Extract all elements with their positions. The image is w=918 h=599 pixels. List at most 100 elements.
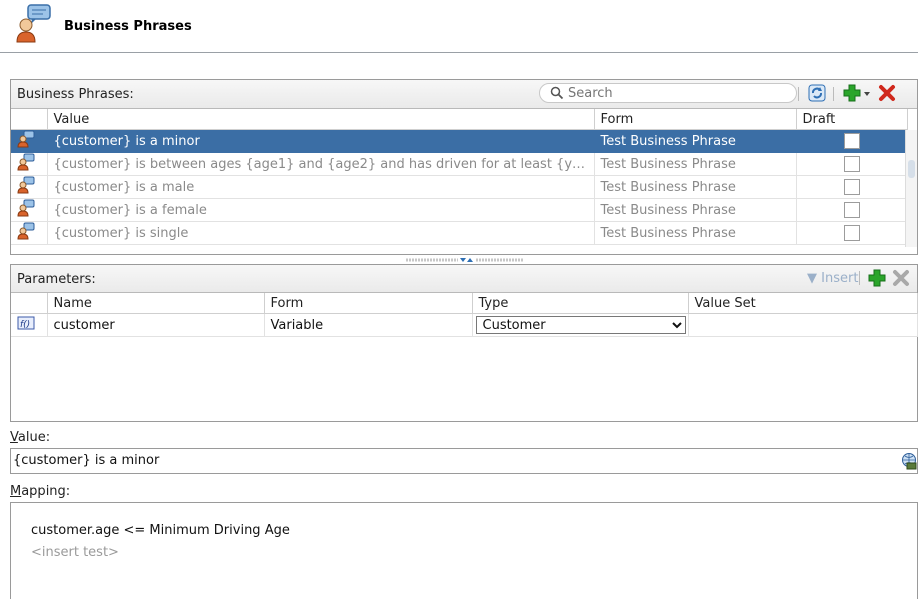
business-phrase-icon: [17, 176, 35, 194]
phrase-icon-cell: [11, 175, 48, 199]
toolbar-separator: [833, 87, 834, 101]
name-column-header[interactable]: Name: [47, 293, 265, 314]
globe-translate-icon[interactable]: [901, 452, 917, 470]
insert-button[interactable]: ▼ Insert: [807, 271, 858, 286]
parameters-toolbar: Parameters: ▼ Insert: [11, 265, 917, 293]
add-icon: [843, 84, 861, 102]
mapping-editor[interactable]: customer.age <= Minimum Driving Age <ins…: [10, 502, 918, 599]
phrase-value[interactable]: {customer} is a male: [47, 175, 595, 199]
collapse-down-icon: [460, 258, 466, 262]
insert-test-placeholder[interactable]: <insert test>: [31, 545, 119, 560]
toolbar-separator: [798, 87, 799, 101]
business-phrase-icon: [17, 222, 35, 240]
delete-icon: [893, 270, 909, 286]
page-title: Business Phrases: [64, 19, 192, 34]
phrase-value[interactable]: {customer} is single: [47, 221, 595, 245]
draft-checkbox[interactable]: [843, 133, 860, 149]
draft-checkbox[interactable]: [843, 179, 860, 195]
search-input[interactable]: [568, 85, 768, 101]
phrase-form[interactable]: Test Business Phrase: [594, 152, 797, 176]
add-parameter-button[interactable]: [867, 268, 887, 288]
table-header-row: Name Form Type Value Set: [11, 293, 918, 314]
parameters-table: Name Form Type Value Set f() customer Va…: [11, 293, 918, 337]
phrase-icon-cell: [11, 221, 48, 245]
add-icon: [868, 269, 886, 287]
phrase-value[interactable]: {customer} is between ages {age1} and {a…: [47, 152, 595, 176]
phrase-draft-cell: [796, 129, 908, 153]
parameter-value-set[interactable]: [688, 313, 918, 337]
add-options-dropdown[interactable]: [862, 83, 872, 103]
phrase-draft-cell: [796, 152, 908, 176]
table-row[interactable]: {customer} is a male Test Business Phrase: [11, 175, 908, 199]
phrase-value[interactable]: {customer} is a minor: [47, 129, 595, 153]
value-field[interactable]: [10, 448, 918, 474]
delete-parameter-button[interactable]: [891, 268, 911, 288]
add-phrase-button[interactable]: [842, 83, 862, 103]
toolbar-separator: [859, 271, 860, 285]
phrase-icon-cell: [11, 198, 48, 222]
business-phrase-icon: [17, 199, 35, 217]
phrase-form[interactable]: Test Business Phrase: [594, 129, 797, 153]
panel-splitter[interactable]: [406, 257, 524, 263]
parameters-panel: Parameters: ▼ Insert Name Form Type Valu…: [10, 264, 918, 422]
phrases-scrollbar[interactable]: [905, 130, 917, 247]
insert-label: Insert: [821, 271, 859, 286]
insert-dropdown-icon: ▼: [807, 271, 817, 286]
parameter-type-select[interactable]: Customer: [475, 316, 686, 334]
mapping-expression[interactable]: customer.age <= Minimum Driving Age: [31, 523, 290, 538]
delete-phrase-button[interactable]: [877, 83, 897, 103]
business-phrase-icon: [17, 153, 35, 171]
parameter-name[interactable]: customer: [47, 313, 265, 337]
dropdown-arrow-icon: [864, 92, 870, 96]
draft-checkbox[interactable]: [843, 156, 860, 172]
refresh-icon: [808, 84, 826, 102]
business-phrases-toolbar: Business Phrases:: [11, 80, 917, 109]
business-phrase-icon: [17, 130, 35, 148]
business-phrase-header-icon: [14, 4, 54, 44]
business-phrases-panel: Business Phrases: Search Value Form Draf…: [10, 79, 918, 255]
search-field[interactable]: [539, 83, 797, 103]
value-set-column-header[interactable]: Value Set: [688, 293, 918, 314]
draft-checkbox[interactable]: [843, 225, 860, 241]
draft-column-header[interactable]: Draft: [796, 109, 908, 130]
function-variable-icon: f(): [17, 316, 35, 330]
table-row[interactable]: {customer} is a minor Test Business Phras…: [11, 129, 908, 153]
value-input[interactable]: [13, 453, 883, 468]
draft-checkbox[interactable]: [843, 202, 860, 218]
form-column-header[interactable]: Form: [264, 293, 473, 314]
table-row[interactable]: {customer} is between ages {age1} and {a…: [11, 152, 908, 176]
phrase-form[interactable]: Test Business Phrase: [594, 198, 797, 222]
table-row[interactable]: f() customer Variable Customer: [11, 313, 918, 337]
icon-column-header: [11, 109, 48, 130]
phrase-icon-cell: [11, 129, 48, 153]
search-icon: [550, 86, 564, 100]
value-label: Value:: [10, 430, 51, 445]
header-divider: [0, 52, 918, 53]
phrase-draft-cell: [796, 175, 908, 199]
phrase-value[interactable]: {customer} is a female: [47, 198, 595, 222]
svg-text:f(): f(): [20, 320, 30, 330]
phrase-form[interactable]: Test Business Phrase: [594, 221, 797, 245]
table-row[interactable]: {customer} is a female Test Business Phra…: [11, 198, 908, 222]
phrase-draft-cell: [796, 221, 908, 245]
phrase-draft-cell: [796, 198, 908, 222]
collapse-up-icon: [467, 258, 473, 262]
parameter-form[interactable]: Variable: [264, 313, 473, 337]
type-column-header[interactable]: Type: [472, 293, 689, 314]
business-phrases-title: Business Phrases:: [17, 87, 134, 102]
parameters-title: Parameters:: [17, 272, 96, 287]
parameter-icon-cell: f(): [11, 313, 48, 337]
phrase-icon-cell: [11, 152, 48, 176]
delete-icon: [879, 85, 895, 101]
phrase-form[interactable]: Test Business Phrase: [594, 175, 797, 199]
form-column-header[interactable]: Form: [594, 109, 797, 130]
value-column-header[interactable]: Value: [47, 109, 595, 130]
table-header-row: Value Form Draft: [11, 109, 908, 130]
parameter-type-cell: Customer: [472, 313, 689, 337]
refresh-button[interactable]: [807, 83, 827, 103]
business-phrases-table: Value Form Draft {customer} is a minor Te…: [11, 109, 908, 245]
phrases-scrollbar-thumb[interactable]: [908, 160, 915, 178]
mapping-label: Mapping:: [10, 484, 71, 499]
table-row[interactable]: {customer} is single Test Business Phrase: [11, 221, 908, 245]
icon-column-header: [11, 293, 48, 314]
